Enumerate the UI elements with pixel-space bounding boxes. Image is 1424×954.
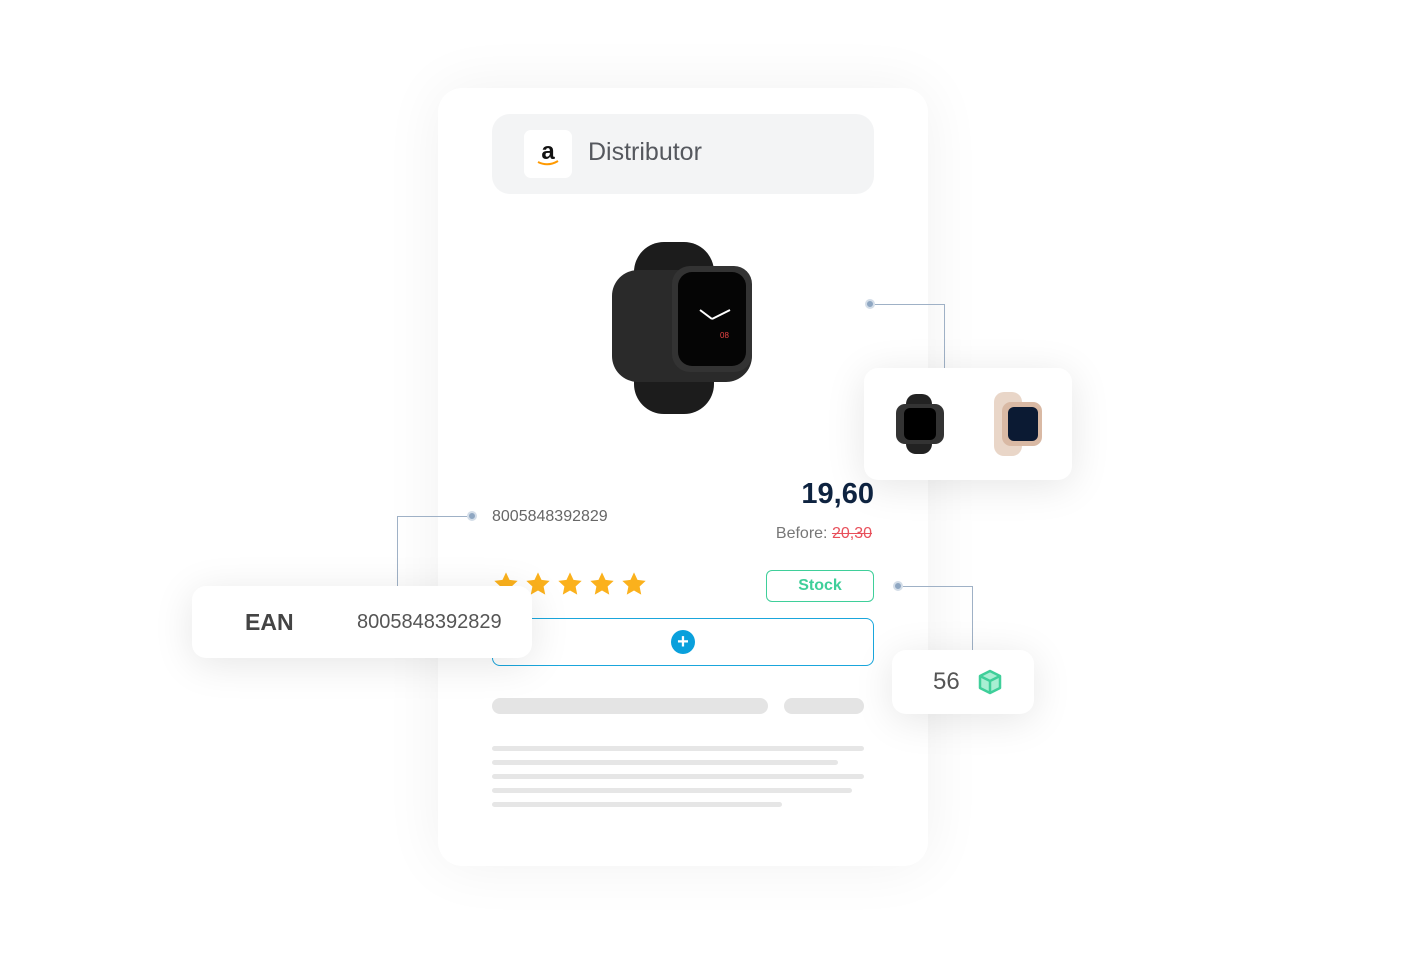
- placeholder-line: [492, 746, 864, 751]
- connector-dot: [893, 581, 903, 591]
- stock-count: 56: [933, 668, 960, 695]
- stock-count-card: 56: [892, 650, 1034, 714]
- box-icon: [978, 669, 1002, 695]
- previous-price: Before: 20,30: [775, 525, 872, 542]
- placeholder-line: [492, 774, 864, 779]
- placeholder-line: [492, 788, 852, 793]
- placeholder-line: [492, 802, 782, 807]
- product-ean: 8005848392829: [492, 508, 608, 525]
- variant-black-watch[interactable]: [894, 394, 946, 454]
- connector-dot: [467, 511, 477, 521]
- connector-dot: [865, 299, 875, 309]
- amazon-logo: a: [524, 130, 572, 178]
- old-price: 20,30: [831, 525, 872, 542]
- distributor-label: Distributor: [588, 138, 702, 166]
- placeholder-bar: [784, 698, 864, 714]
- connector-line: [397, 516, 467, 586]
- plus-icon: +: [671, 630, 695, 654]
- star-icon: [622, 572, 646, 595]
- star-icon: [558, 572, 582, 595]
- variant-pink-watch[interactable]: [988, 392, 1044, 456]
- variants-card: [864, 368, 1072, 480]
- svg-text:08: 08: [720, 331, 729, 340]
- product-price: 19,60: [801, 478, 874, 510]
- product-image-watch: 08: [608, 240, 758, 421]
- ean-label: EAN: [245, 609, 294, 635]
- add-button[interactable]: +: [492, 618, 874, 666]
- connector-line: [875, 304, 945, 368]
- svg-text:a: a: [541, 139, 555, 165]
- connector-line: [903, 586, 973, 650]
- ean-card: EAN 8005848392829: [192, 586, 532, 658]
- stock-button[interactable]: Stock: [766, 570, 874, 602]
- ean-value: 8005848392829: [357, 611, 502, 633]
- placeholder-line: [492, 760, 838, 765]
- placeholder-bar: [492, 698, 768, 714]
- star-icon: [590, 572, 614, 595]
